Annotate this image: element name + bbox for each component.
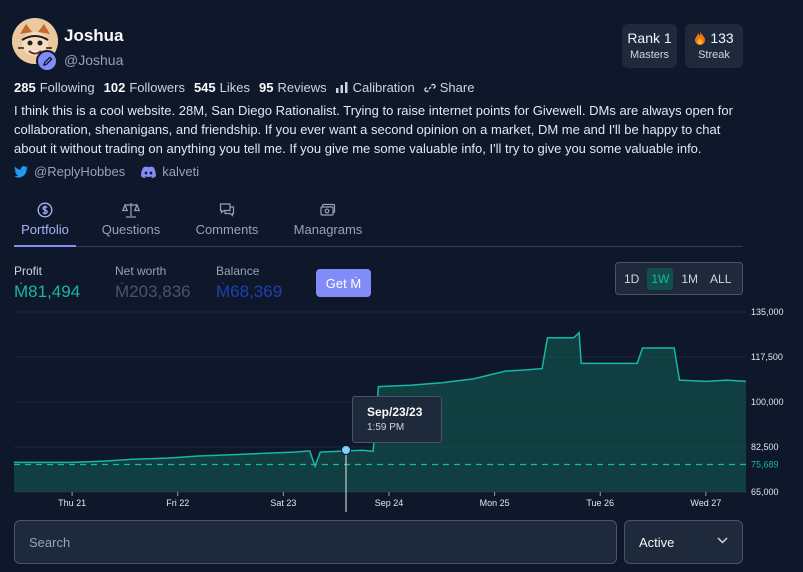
tab-managrams[interactable]: Managrams [293, 200, 363, 237]
edit-avatar-button[interactable] [36, 50, 58, 72]
x-tick-label: Mon 25 [480, 498, 510, 508]
hover-point[interactable] [341, 445, 351, 455]
reviews-link[interactable]: 95 Reviews [259, 80, 327, 95]
twitter-icon [14, 165, 28, 178]
cash-icon [320, 203, 336, 216]
balance-metric[interactable]: Balance Ṁ68,369 [216, 264, 282, 302]
time-range-selector: 1D 1W 1M ALL [615, 262, 743, 295]
followers-link[interactable]: 102 Followers [104, 80, 185, 95]
rank-league: Masters [629, 49, 670, 61]
fire-icon [695, 31, 706, 45]
status-filter-value: Active [639, 534, 675, 550]
y-tick-label: 82,500 [751, 442, 779, 452]
chevron-down-icon [717, 537, 728, 544]
profile-stats: 285 Following 102 Followers 545 Likes 95 Rev… [14, 80, 483, 95]
rank-value: Rank 1 [627, 30, 672, 46]
tab-comments[interactable]: Comments [194, 200, 260, 237]
range-1w[interactable]: 1W [647, 267, 674, 290]
get-mana-button[interactable]: Get Ṁ [316, 269, 371, 297]
scale-icon [122, 203, 140, 218]
chart-tooltip: Sep/23/23 1:59 PM [352, 396, 442, 443]
profit-metric[interactable]: Profit Ṁ81,494 [14, 264, 80, 302]
pencil-icon [42, 55, 53, 66]
search-input[interactable] [14, 520, 617, 564]
profile-name: Joshua [64, 26, 124, 45]
following-link[interactable]: 285 Following [14, 80, 95, 95]
tab-portfolio[interactable]: Portfolio [14, 200, 76, 237]
range-all[interactable]: ALL [706, 268, 735, 290]
range-1m[interactable]: 1M [677, 268, 702, 290]
y-tick-label: 65,000 [751, 487, 779, 497]
link-icon [424, 83, 436, 92]
profit-value: Ṁ81,494 [14, 282, 81, 301]
profile-tabs: Portfolio Questions Comments Managrams [14, 200, 743, 247]
x-tick-label: Thu 21 [58, 498, 86, 508]
networth-metric[interactable]: Net worth Ṁ203,836 [115, 264, 191, 302]
y-tick-label: 135,000 [751, 307, 784, 317]
x-tick-label: Sat 23 [270, 498, 296, 508]
x-tick-label: Wed 27 [690, 498, 721, 508]
range-1d[interactable]: 1D [620, 268, 643, 290]
x-axis: Thu 21 Fri 22 Sat 23 Sep 24 Mon 25 Tue 26 Wed … [58, 492, 721, 508]
y-tick-label: 100,000 [751, 397, 784, 407]
streak-label: Streak [698, 49, 730, 61]
calibration-link[interactable]: Calibration [335, 80, 415, 95]
profile-bio: I think this is a cool website. 28M, San… [14, 103, 733, 156]
tab-questions[interactable]: Questions [99, 200, 163, 237]
chat-icon [219, 203, 235, 217]
social-links: @ReplyHobbes kalveti [14, 164, 199, 179]
discord-icon [141, 165, 157, 178]
dollar-circle-icon [37, 202, 53, 218]
active-tab-indicator [14, 245, 76, 247]
x-tick-label: Tue 26 [586, 498, 614, 508]
streak-badge[interactable]: 133 Streak [685, 24, 743, 68]
discord-link[interactable]: kalveti [162, 164, 199, 179]
twitter-link[interactable]: @ReplyHobbes [34, 164, 125, 179]
y-tick-label: 117,500 [751, 352, 783, 362]
tooltip-date: Sep/23/23 [367, 405, 423, 419]
x-tick-label: Sep 24 [375, 498, 404, 508]
tooltip-time: 1:59 PM [367, 422, 405, 433]
rank-badge[interactable]: Rank 1 Masters [622, 24, 677, 68]
networth-value: Ṁ203,836 [115, 282, 191, 301]
bar-chart-icon [335, 82, 348, 93]
balance-value: Ṁ68,369 [216, 282, 283, 301]
status-filter-select[interactable]: Active [624, 520, 743, 564]
profile-handle: @Joshua [64, 52, 124, 68]
baseline-label: 75,689 [751, 460, 779, 470]
x-tick-label: Fri 22 [166, 498, 189, 508]
likes-link[interactable]: 545 Likes [194, 80, 250, 95]
share-link[interactable]: Share [424, 80, 474, 95]
streak-value: 133 [710, 30, 734, 46]
